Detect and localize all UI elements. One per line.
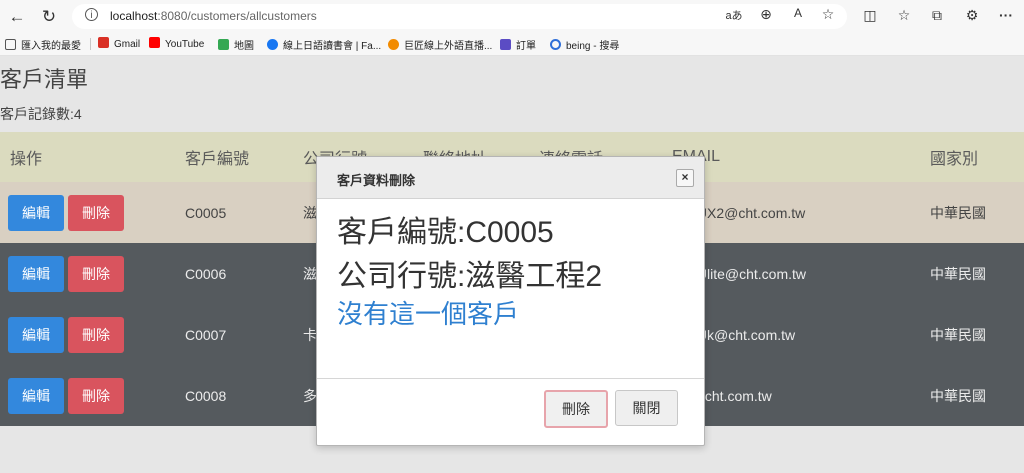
more-menu-icon[interactable]: ··· [996, 7, 1016, 23]
country-cell: 中華民國 [930, 326, 986, 343]
url-text: localhost:8080/customers/allcustomers [110, 9, 317, 23]
modal-customer-id: 客戶編號:C0005 [337, 216, 554, 249]
modal-divider [317, 378, 704, 379]
email-cell: ZU@cht.com.tw [672, 387, 772, 404]
bookmark-orders[interactable]: 訂單 [500, 37, 536, 52]
page-title: 客戶清單 [0, 67, 89, 92]
actions-cell: 編輯 刪除 [0, 304, 185, 365]
g-logo-icon [388, 39, 399, 50]
modal-close-button[interactable]: 關閉 [615, 390, 678, 426]
customer-id-cell: C0007 [185, 326, 227, 343]
column-header: EMAIL [672, 132, 930, 182]
close-icon[interactable]: × [676, 169, 694, 187]
country-cell: 中華民國 [930, 204, 986, 221]
record-count: 客戶記錄數:4 [0, 106, 82, 122]
book-icon [500, 39, 511, 50]
email-cell: gTZUlite@cht.com.tw [672, 265, 807, 282]
maps-icon [218, 39, 229, 50]
modal-title: 客戶資料刪除 [337, 173, 416, 188]
email-cell: gTZUk@cht.com.tw [672, 326, 796, 343]
bookmark-separator [90, 38, 91, 50]
facebook-icon [267, 39, 278, 50]
read-aloud-icon[interactable]: aあ [724, 7, 744, 23]
bookmark-youtube[interactable]: YouTube [149, 37, 204, 50]
customer-id-cell: C0006 [185, 265, 227, 282]
bookmark-gmail[interactable]: Gmail [98, 37, 140, 50]
delete-customer-modal: 客戶資料刪除 × 客戶編號:C0005 公司行號:滋醫工程2 沒有這一個客戶 刪… [316, 156, 705, 446]
customer-id-cell: C0008 [185, 387, 227, 404]
bookmark-label: 地圖 [234, 41, 254, 52]
folder-icon [5, 39, 16, 50]
bookmark-language-school[interactable]: 巨匠線上外語直播... [388, 37, 492, 52]
modal-header: 客戶資料刪除 × [317, 157, 704, 199]
country-cell: 中華民國 [930, 265, 986, 282]
bookmark-facebook[interactable]: 線上日語讀書會 | Fa... [267, 37, 381, 52]
refresh-icon[interactable]: ↻ [38, 6, 60, 28]
zoom-icon[interactable]: ⊕ [756, 6, 776, 23]
actions-cell: 編輯 刪除 [0, 365, 185, 426]
actions-cell: 編輯 刪除 [0, 182, 185, 243]
customer-id-cell: C0005 [185, 204, 227, 221]
delete-button[interactable]: 刪除 [68, 316, 124, 353]
delete-button[interactable]: 刪除 [68, 255, 124, 292]
edit-button[interactable]: 編輯 [8, 255, 64, 292]
column-header: 國家別 [930, 151, 979, 168]
modal-message: 沒有這一個客戶 [337, 299, 520, 329]
extensions-icon[interactable]: ⚙ [962, 7, 982, 24]
delete-button[interactable]: 刪除 [68, 194, 124, 231]
text-size-icon[interactable]: A [788, 6, 808, 20]
modal-company-name: 公司行號:滋醫工程2 [337, 260, 603, 293]
bookmark-label: Gmail [114, 39, 141, 50]
edit-button[interactable]: 編輯 [8, 194, 64, 231]
favorite-star-icon[interactable]: ☆ [818, 6, 838, 23]
site-info-icon[interactable]: i [85, 8, 98, 21]
bookmark-maps[interactable]: 地圖 [218, 37, 254, 52]
actions-cell: 編輯 刪除 [0, 243, 185, 304]
bookmark-import[interactable]: 匯入我的最愛 [5, 37, 81, 52]
favorites-icon[interactable]: ☆ [894, 7, 914, 24]
bookmark-label: YouTube [165, 39, 205, 50]
column-header: 客戶編號 [185, 151, 250, 168]
youtube-icon [149, 37, 160, 48]
bookmarks-bar: 匯入我的最愛 Gmail YouTube 地圖 線上日語讀書會 | Fa... … [0, 33, 1024, 56]
email-cell: gTZUX2@cht.com.tw [672, 204, 806, 221]
split-screen-icon[interactable]: ◫ [860, 7, 880, 24]
bookmark-label: 線上日語讀書會 | Fa... [283, 41, 382, 52]
bookmark-label: 巨匠線上外語直播... [404, 41, 493, 52]
edit-button[interactable]: 編輯 [8, 316, 64, 353]
delete-button[interactable]: 刪除 [68, 377, 124, 414]
search-icon [550, 39, 561, 50]
address-bar[interactable]: i localhost:8080/customers/allcustomers … [72, 4, 847, 29]
bookmark-search[interactable]: being - 搜尋 [550, 37, 619, 52]
url-host: localhost [110, 9, 158, 23]
country-cell: 中華民國 [930, 387, 986, 404]
bookmark-label: 匯入我的最愛 [21, 41, 81, 52]
bookmark-label: 訂單 [516, 41, 536, 52]
bookmark-label: being - 搜尋 [566, 41, 620, 52]
browser-toolbar: ← ↻ i localhost:8080/customers/allcustom… [0, 0, 1024, 33]
back-icon[interactable]: ← [6, 6, 28, 28]
gmail-icon [98, 37, 109, 48]
edit-button[interactable]: 編輯 [8, 377, 64, 414]
modal-delete-button[interactable]: 刪除 [544, 390, 608, 428]
column-header: 操作 [10, 151, 43, 168]
url-path: :8080/customers/allcustomers [157, 9, 317, 23]
collections-icon[interactable]: ⧉ [927, 7, 947, 24]
